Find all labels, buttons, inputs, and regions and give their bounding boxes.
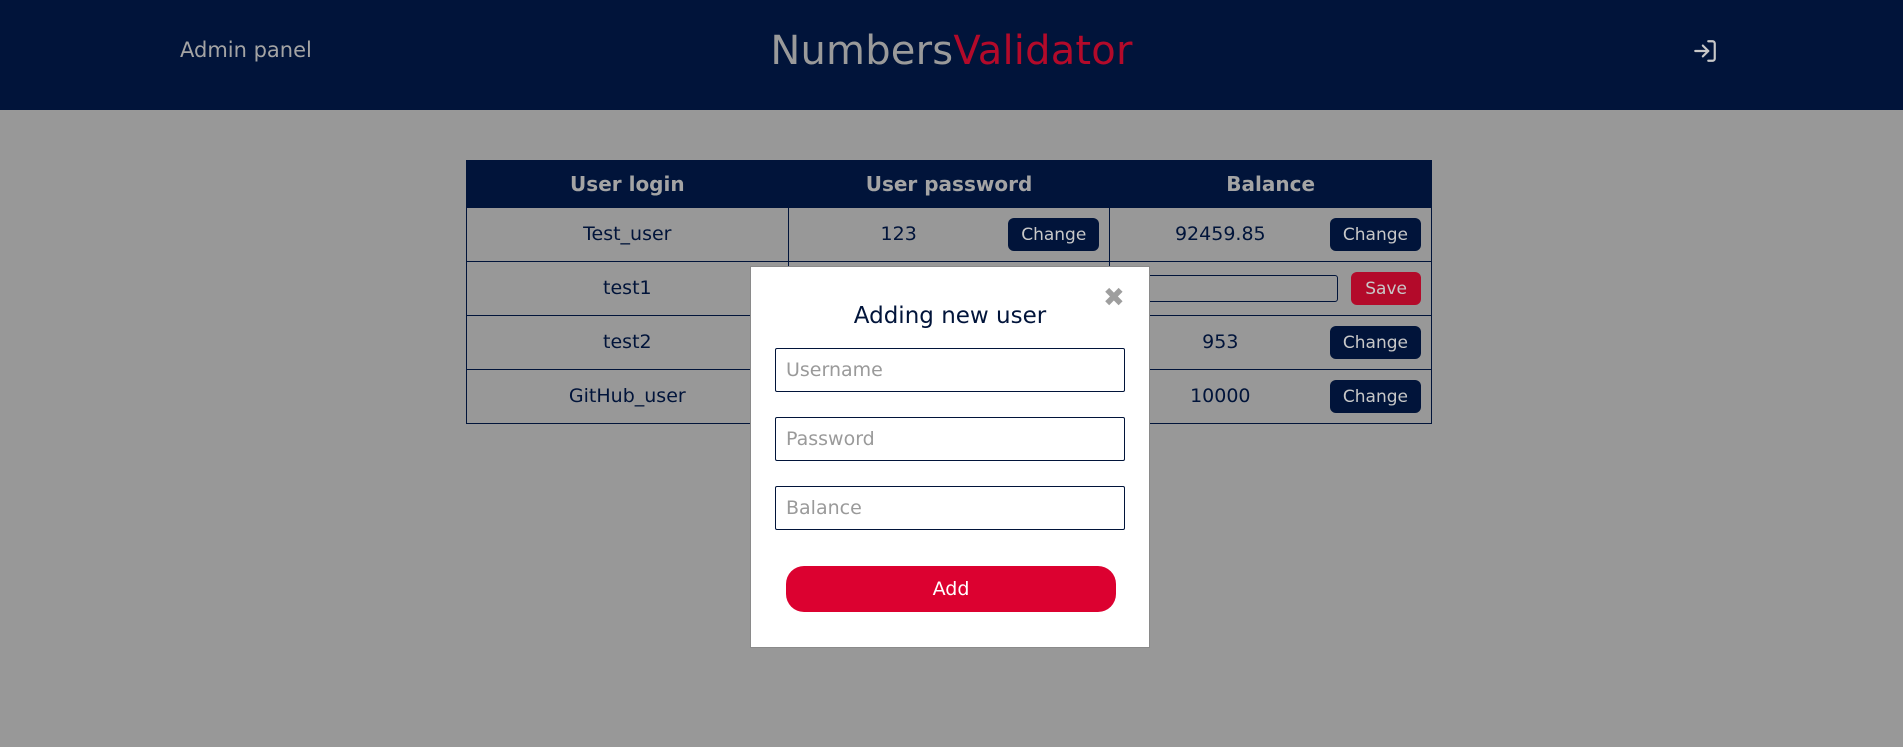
add-user-modal: ✖ Adding new user Add (750, 266, 1150, 648)
change-password-button[interactable]: Change (1008, 218, 1100, 251)
logo-validator: Validator (953, 28, 1133, 74)
user-login: GitHub_user (568, 385, 686, 407)
logo-numbers: Numbers (770, 28, 954, 74)
password-input[interactable] (775, 417, 1125, 461)
app-logo: NumbersValidator (0, 26, 1903, 76)
column-header-login: User login (466, 160, 789, 208)
sign-in-arrow-icon[interactable] (1692, 38, 1718, 64)
table-row: Test_user 123 Change 92459.85 Change (466, 207, 1432, 262)
add-user-button[interactable]: Add (786, 566, 1116, 612)
user-balance: 92459.85 (1174, 223, 1266, 245)
user-login: test1 (603, 277, 652, 299)
username-input[interactable] (775, 348, 1125, 392)
user-login: test2 (603, 331, 652, 353)
column-header-balance: Balance (1109, 160, 1432, 208)
change-balance-button[interactable]: Change (1329, 380, 1421, 413)
balance-input[interactable] (775, 486, 1125, 530)
balance-edit-input[interactable] (1140, 275, 1339, 302)
change-balance-button[interactable]: Change (1329, 218, 1421, 251)
modal-title: Adding new user (853, 303, 1047, 329)
top-header: Admin panel NumbersValidator (0, 0, 1903, 110)
user-password: 123 (880, 223, 917, 245)
save-balance-button[interactable]: Save (1351, 272, 1421, 305)
column-header-password: User password (787, 160, 1111, 208)
change-balance-button[interactable]: Change (1329, 326, 1421, 359)
table-header-row: User login User password Balance (466, 160, 1432, 208)
user-login: Test_user (583, 223, 672, 245)
